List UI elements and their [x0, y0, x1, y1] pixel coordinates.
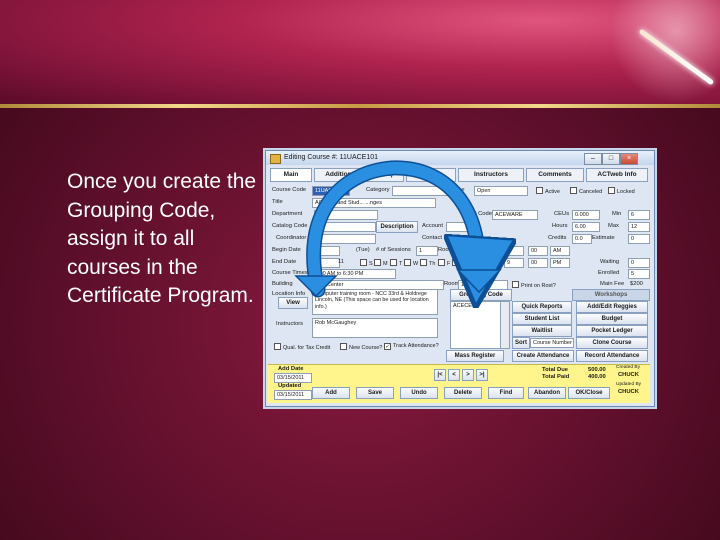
curved-arrow-icon — [307, 161, 479, 290]
curved-arrow-overlay — [294, 160, 720, 540]
arrow-head-icon — [456, 269, 502, 294]
arrow-tail-head-icon — [294, 275, 338, 298]
